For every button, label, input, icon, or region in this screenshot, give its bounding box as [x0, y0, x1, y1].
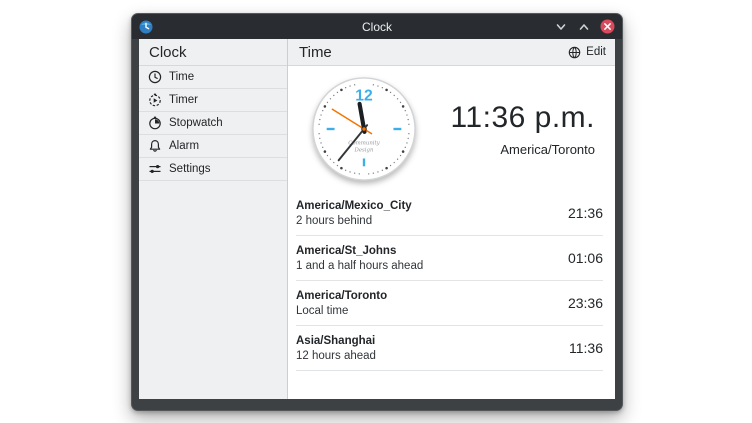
analog-clock: 12 Community Design	[310, 75, 418, 183]
edit-button-label: Edit	[586, 46, 606, 58]
sidebar-item-time[interactable]: Time	[139, 66, 287, 89]
edit-button[interactable]: Edit	[568, 46, 606, 59]
main-header: Time Edit	[288, 39, 615, 66]
timezone-row[interactable]: America/Mexico_City 2 hours behind 21:36	[296, 191, 603, 236]
timezone-name: America/Mexico_City	[296, 200, 412, 212]
window-title: Clock	[132, 20, 622, 34]
sidebar-item-stopwatch[interactable]: Stopwatch	[139, 112, 287, 135]
timezone-time: 11:36	[569, 340, 603, 356]
current-time: 11:36 p.m.	[450, 101, 595, 135]
timer-icon	[148, 93, 162, 107]
close-icon	[600, 19, 615, 34]
timezone-name: America/Toronto	[296, 290, 387, 302]
timezone-offset: 2 hours behind	[296, 215, 412, 227]
titlebar[interactable]: Clock	[132, 14, 622, 39]
timezone-time: 21:36	[568, 205, 603, 221]
alarm-bell-icon	[148, 139, 162, 153]
timezone-row[interactable]: America/Toronto Local time 23:36	[296, 281, 603, 326]
chevron-up-icon	[578, 21, 590, 33]
page-title: Time	[299, 44, 332, 61]
timezone-offset: 1 and a half hours ahead	[296, 260, 423, 272]
app-icon	[139, 20, 153, 34]
sidebar-item-label: Timer	[169, 94, 198, 106]
timezone-row[interactable]: Asia/Shanghai 12 hours ahead 11:36	[296, 326, 603, 371]
globe-icon	[568, 46, 581, 59]
sidebar-item-label: Alarm	[169, 140, 199, 152]
sidebar: Clock Time Timer	[139, 39, 288, 399]
maximize-button[interactable]	[576, 19, 592, 35]
timezone-row[interactable]: America/St_Johns 1 and a half hours ahea…	[296, 236, 603, 281]
sidebar-item-alarm[interactable]: Alarm	[139, 135, 287, 158]
clock-icon	[148, 70, 162, 84]
sidebar-title: Clock	[139, 39, 287, 66]
sidebar-item-timer[interactable]: Timer	[139, 89, 287, 112]
timezone-name: Asia/Shanghai	[296, 335, 376, 347]
clock-brand-line2: Design	[354, 147, 374, 153]
clock-numeral-12: 12	[355, 87, 373, 104]
timezone-name: America/St_Johns	[296, 245, 423, 257]
sidebar-item-label: Stopwatch	[169, 117, 223, 129]
minimize-button[interactable]	[553, 19, 569, 35]
time-page: Time Edit 12	[288, 39, 615, 399]
timezone-list: America/Mexico_City 2 hours behind 21:36…	[288, 191, 615, 371]
timezone-offset: Local time	[296, 305, 387, 317]
clock-window: Clock Clock	[131, 13, 623, 411]
stopwatch-icon	[148, 116, 162, 130]
close-button[interactable]	[599, 19, 615, 35]
chevron-down-icon	[555, 21, 567, 33]
current-timezone: America/Toronto	[450, 142, 595, 157]
sidebar-item-label: Settings	[169, 163, 211, 175]
settings-sliders-icon	[148, 162, 162, 176]
sidebar-item-settings[interactable]: Settings	[139, 158, 287, 181]
timezone-time: 23:36	[568, 295, 603, 311]
timezone-time: 01:06	[568, 250, 603, 266]
sidebar-item-label: Time	[169, 71, 194, 83]
current-time-section: 12 Community Design 11:36 p.m.	[288, 66, 615, 191]
timezone-offset: 12 hours ahead	[296, 350, 376, 362]
